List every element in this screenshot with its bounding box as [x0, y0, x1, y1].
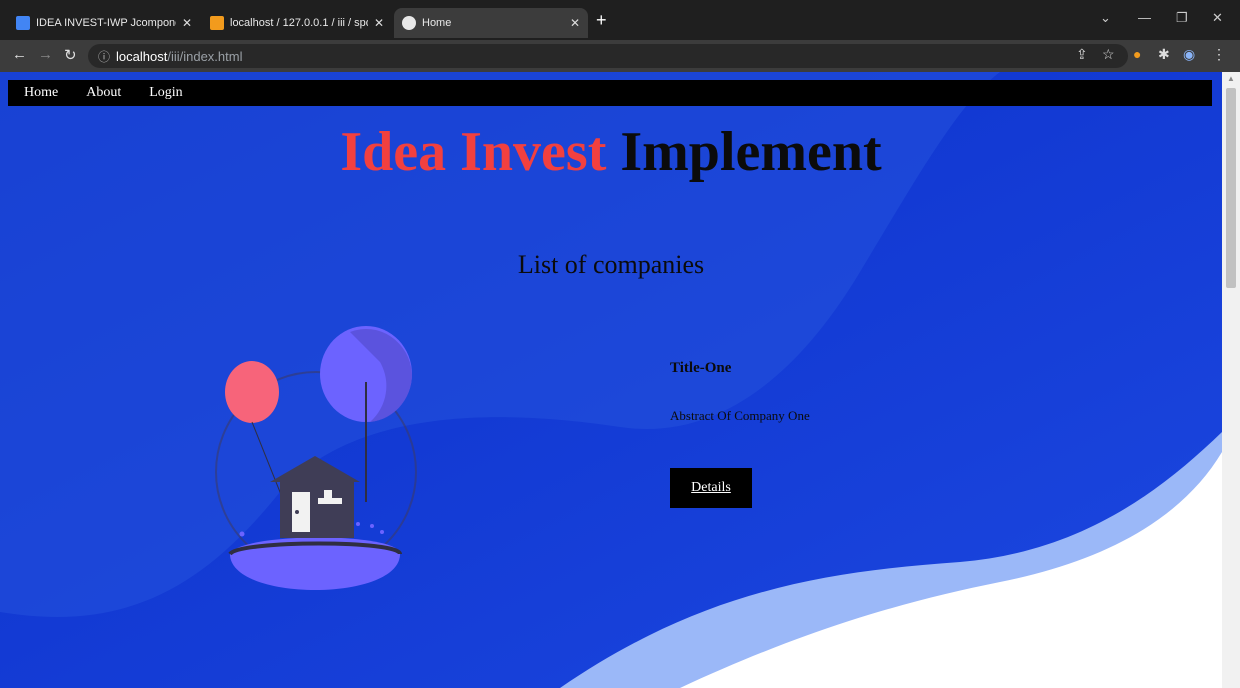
share-icon[interactable]: ⇪ — [1076, 46, 1088, 63]
page-title: Idea Invest Implement — [0, 120, 1222, 184]
close-icon[interactable]: ✕ — [374, 16, 384, 30]
top-navbar: Home About Login — [8, 80, 1212, 106]
tab-phpmyadmin[interactable]: localhost / 127.0.0.1 / iii / sponso ✕ — [202, 8, 392, 38]
tab-search-icon[interactable]: ⌄ — [1100, 10, 1111, 26]
forward-icon[interactable]: → — [38, 46, 53, 63]
menu-kebab-icon[interactable]: ⋮ — [1212, 46, 1226, 63]
info-icon[interactable]: ⓘ — [98, 48, 110, 65]
house-balloons-illustration — [215, 326, 417, 590]
url-host: localhost — [116, 48, 168, 64]
url-path: /iii/index.html — [167, 48, 243, 64]
tab-label: Home — [422, 17, 452, 29]
tab-idea-invest-doc[interactable]: IDEA INVEST-IWP Jcomponent R ✕ — [8, 8, 200, 38]
window-close-icon[interactable]: ✕ — [1212, 10, 1223, 26]
close-icon[interactable]: ✕ — [570, 16, 580, 30]
profile-avatar-icon[interactable]: ◉ — [1183, 46, 1195, 63]
puzzle-icon[interactable]: ✱ — [1158, 46, 1170, 63]
new-tab-button[interactable]: + — [596, 10, 607, 31]
company-abstract: Abstract Of Company One — [670, 408, 810, 423]
section-subtitle: List of companies — [517, 250, 705, 279]
address-bar[interactable]: ⓘ localhost /iii/index.html — [88, 44, 1128, 68]
title-accent: Idea Invest — [340, 121, 607, 183]
tab-home[interactable]: Home ✕ — [394, 8, 588, 38]
vertical-scrollbar[interactable]: ▲ — [1222, 72, 1240, 688]
reload-icon[interactable]: ↻ — [64, 46, 77, 64]
bookmark-star-icon[interactable]: ☆ — [1102, 46, 1115, 63]
tab-strip: IDEA INVEST-IWP Jcomponent R ✕ localhost… — [0, 0, 1240, 40]
web-page: Home About Login Idea Invest Implement L… — [0, 72, 1222, 688]
close-icon[interactable]: ✕ — [182, 16, 192, 30]
extension-icon[interactable]: ● — [1133, 46, 1141, 62]
nav-home-link[interactable]: Home — [24, 85, 58, 101]
nav-login-link[interactable]: Login — [149, 85, 182, 101]
restore-icon[interactable]: ❐ — [1176, 10, 1188, 26]
title-main: Implement — [620, 121, 882, 183]
details-button[interactable]: Details — [670, 468, 752, 508]
docs-icon — [16, 16, 30, 30]
globe-icon — [402, 16, 416, 30]
minimize-icon[interactable]: — — [1138, 10, 1151, 25]
scrollbar-thumb[interactable] — [1226, 88, 1236, 288]
tab-label: localhost / 127.0.0.1 / iii / sponso — [230, 17, 368, 29]
tab-label: IDEA INVEST-IWP Jcomponent R — [36, 17, 176, 29]
back-icon[interactable]: ← — [12, 46, 27, 63]
scroll-up-icon[interactable]: ▲ — [1227, 74, 1235, 83]
nav-about-link[interactable]: About — [86, 85, 121, 101]
browser-chrome: IDEA INVEST-IWP Jcomponent R ✕ localhost… — [0, 0, 1240, 72]
phpmyadmin-icon — [210, 16, 224, 30]
company-title: Title-One — [670, 360, 732, 376]
